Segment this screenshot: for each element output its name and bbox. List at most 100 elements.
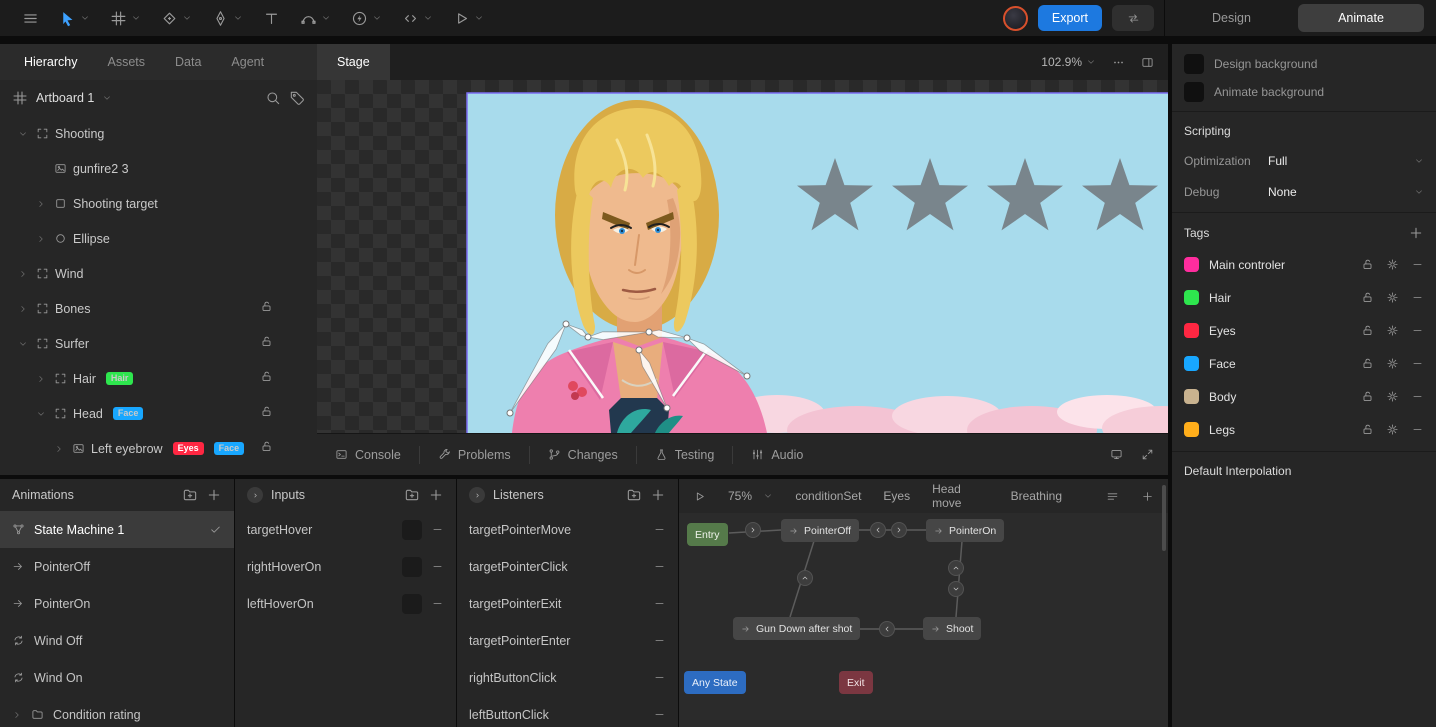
lock-icon[interactable] [1361,357,1374,370]
transition-port[interactable] [879,621,895,637]
graph-zoom-control[interactable]: 75% [728,489,773,503]
add-tag-icon[interactable] [1408,225,1424,241]
tab-testing[interactable]: Testing [651,448,719,462]
tab-audio[interactable]: Audio [747,448,807,462]
listener-item[interactable]: targetPointerMove [457,511,678,548]
transition-port[interactable] [745,522,761,538]
new-folder-icon[interactable] [626,487,642,503]
tag-row[interactable]: Eyes [1172,314,1436,347]
remove-icon[interactable] [653,671,666,684]
add-listener-icon[interactable] [650,487,666,503]
node-state[interactable]: Gun Down after shot [733,617,861,640]
chevron-right-icon[interactable] [54,444,64,454]
play-tool[interactable] [443,0,494,36]
tag-color-swatch[interactable] [1184,422,1199,437]
transition-port[interactable] [948,581,964,597]
remove-icon[interactable] [1411,258,1424,271]
node-state[interactable]: Shoot [923,617,982,640]
lock-icon[interactable] [260,440,273,453]
tree-row[interactable]: Ellipse [0,221,317,256]
tag-color-swatch[interactable] [1184,323,1199,338]
remove-icon[interactable] [431,597,444,610]
tag-row[interactable]: Main controler [1172,248,1436,281]
node-state[interactable]: PointerOn [926,519,1005,542]
boolean-toggle[interactable] [402,593,422,614]
node-state[interactable]: PointerOff [781,519,860,542]
node-any-state[interactable]: Any State [684,671,746,694]
lock-icon[interactable] [260,300,273,313]
remove-icon[interactable] [1411,357,1424,370]
chevron-right-icon[interactable] [36,234,46,244]
remove-icon[interactable] [1411,423,1424,436]
animation-folder[interactable]: Condition rating [0,696,234,727]
tag-row[interactable]: Face [1172,347,1436,380]
layer-tab[interactable]: Breathing [1011,489,1062,503]
tree-row[interactable]: Shooting [0,116,317,151]
tag-row[interactable]: Legs [1172,413,1436,446]
tab-stage[interactable]: Stage [317,44,390,80]
avatar[interactable] [1002,5,1028,31]
chevron-right-icon[interactable] [36,199,46,209]
chevron-right-icon[interactable] [12,710,22,720]
layout-columns-icon[interactable] [1141,56,1154,69]
chevron-down-icon[interactable] [18,339,28,349]
menu-button[interactable] [12,0,49,36]
listener-item[interactable]: targetPointerExit [457,585,678,622]
chevron-right-icon[interactable] [18,269,28,279]
remove-icon[interactable] [431,560,444,573]
tag-color-swatch[interactable] [1184,389,1199,404]
input-item[interactable]: rightHoverOn [235,548,456,585]
remove-icon[interactable] [653,634,666,647]
tab-console[interactable]: Console [331,448,405,462]
more-options-icon[interactable] [1112,56,1125,69]
pen-tool[interactable] [202,0,253,36]
select-tool[interactable] [49,0,100,36]
tag-color-swatch[interactable] [1184,356,1199,371]
input-item[interactable]: targetHover [235,511,456,548]
tree-row[interactable]: Shooting target [0,186,317,221]
gear-icon[interactable] [1386,324,1399,337]
collapse-toggle[interactable] [469,487,485,503]
transition-port[interactable] [948,560,964,576]
layer-tab[interactable]: conditionSet [795,489,861,503]
tab-design[interactable]: Design [1165,11,1298,25]
color-swatch[interactable] [1184,82,1204,102]
tag-color-swatch[interactable] [1184,257,1199,272]
transition-port[interactable] [891,522,907,538]
tree-row[interactable]: Head Face [0,396,317,431]
tag-row[interactable]: Hair [1172,281,1436,314]
add-animation-icon[interactable] [206,487,222,503]
search-icon[interactable] [265,90,281,106]
add-layer-icon[interactable] [1141,490,1154,503]
gear-icon[interactable] [1386,291,1399,304]
add-input-icon[interactable] [428,487,444,503]
layer-tab[interactable]: Head move [932,482,989,510]
lock-icon[interactable] [1361,258,1374,271]
animation-item[interactable]: Wind On [0,659,234,696]
listener-item[interactable]: targetPointerEnter [457,622,678,659]
lock-icon[interactable] [260,335,273,348]
tab-problems[interactable]: Problems [434,448,515,462]
export-button[interactable]: Export [1037,5,1102,31]
lock-icon[interactable] [260,405,273,418]
lock-icon[interactable] [1361,423,1374,436]
lock-icon[interactable] [1361,390,1374,403]
tab-agent[interactable]: Agent [231,55,264,69]
listener-item[interactable]: leftButtonClick [457,696,678,727]
animation-item[interactable]: PointerOff [0,548,234,585]
debug-select[interactable]: None [1268,185,1414,199]
tree-row[interactable]: Hair Hair [0,361,317,396]
state-machine-graph[interactable]: Entry PointerOff PointerOn Gun Down afte… [679,513,1168,727]
tab-changes[interactable]: Changes [544,448,622,462]
chevron-right-icon[interactable] [36,374,46,384]
tree-row[interactable]: gunfire2 3 [0,151,317,186]
remove-icon[interactable] [653,708,666,721]
gear-icon[interactable] [1386,390,1399,403]
tree-row[interactable]: Left eyebrow Eyes Face [0,431,317,466]
new-folder-icon[interactable] [404,487,420,503]
text-tool[interactable] [253,0,290,36]
collapse-toggle[interactable] [247,487,263,503]
remove-icon[interactable] [653,560,666,573]
tag-row[interactable]: Body [1172,380,1436,413]
chevron-down-icon[interactable] [36,409,46,419]
